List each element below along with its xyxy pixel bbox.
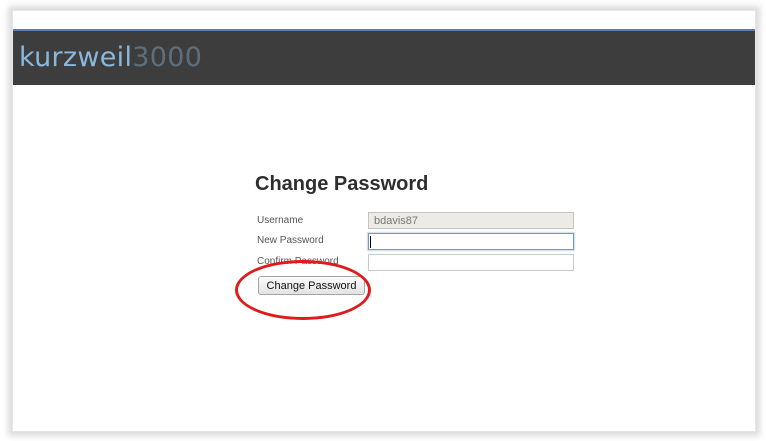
username-label: Username [257,215,304,226]
logo-number: 3000 [132,42,203,73]
page-frame: kurzweil3000 Change Password Username Ne… [12,10,756,432]
confirm-password-field[interactable] [368,254,574,271]
new-password-label: New Password [257,235,324,246]
kurzweil-logo: kurzweil3000 [19,43,202,73]
header-bar: kurzweil3000 [13,29,755,85]
change-password-button[interactable]: Change Password [258,276,365,295]
username-field[interactable] [368,212,574,229]
text-caret [370,236,371,248]
confirm-password-label: Confirm Password [257,256,339,267]
logo-word: kurzweil [19,42,133,73]
page-title: Change Password [255,173,429,195]
new-password-field[interactable] [368,233,574,250]
